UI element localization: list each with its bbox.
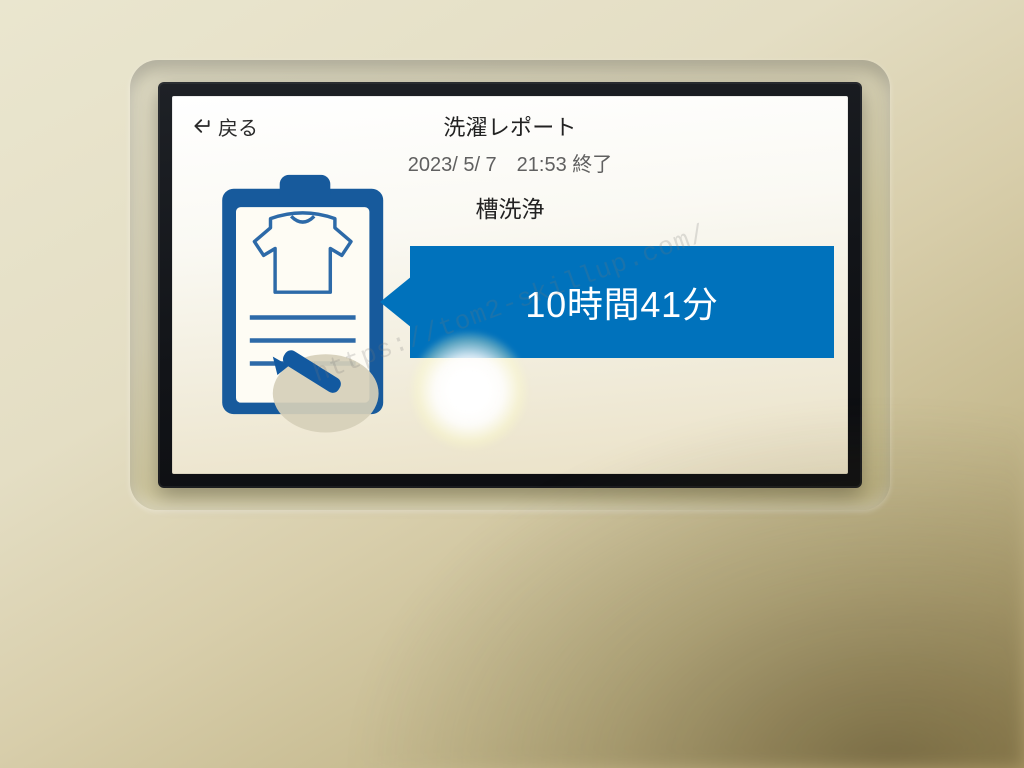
back-arrow-icon	[192, 116, 212, 136]
back-label: 戻る	[218, 112, 258, 141]
back-button[interactable]: 戻る	[186, 108, 264, 145]
screen-recess: 戻る 洗濯レポート 2023/ 5/ 7 21:53 終了 槽洗浄	[130, 60, 890, 510]
page-title: 洗濯レポート	[443, 110, 576, 142]
duration-callout: 10時間41分	[410, 246, 834, 358]
wash-cycle-name: 槽洗浄	[476, 190, 545, 224]
duration-value: 10時間41分	[525, 276, 718, 328]
header-bar: 戻る 洗濯レポート	[172, 104, 848, 148]
appliance-touchscreen[interactable]: 戻る 洗濯レポート 2023/ 5/ 7 21:53 終了 槽洗浄	[172, 96, 848, 474]
device-photo-scene: 戻る 洗濯レポート 2023/ 5/ 7 21:53 終了 槽洗浄	[0, 0, 1024, 768]
finish-timestamp: 2023/ 5/ 7 21:53 終了	[408, 148, 613, 177]
lcd-bezel: 戻る 洗濯レポート 2023/ 5/ 7 21:53 終了 槽洗浄	[158, 82, 862, 488]
